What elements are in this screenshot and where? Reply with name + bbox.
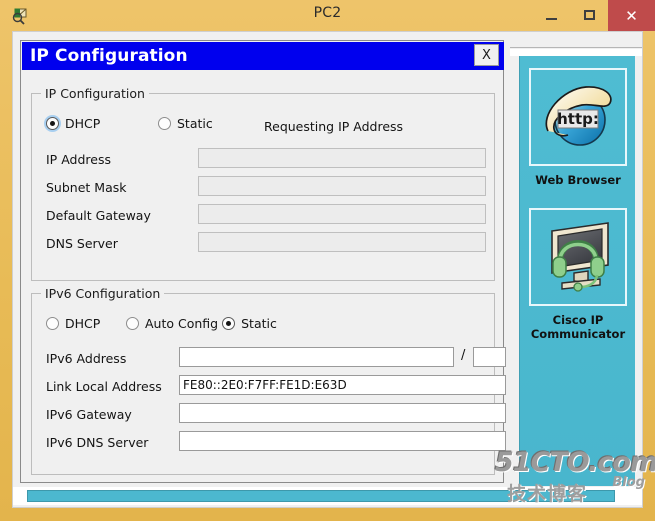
ipv6-radio-auto-config[interactable]: Auto Config — [126, 316, 218, 331]
close-icon: ✕ — [625, 6, 638, 25]
prefix-separator: / — [461, 348, 466, 363]
ipv6-radio-static-label: Static — [241, 316, 277, 331]
ipv4-radio-dhcp[interactable]: DHCP — [46, 116, 158, 131]
ipv4-mode-radio-group: DHCP Static — [46, 116, 213, 131]
ipv6-prefix-input[interactable] — [473, 347, 506, 367]
horizontal-scrollbar[interactable] — [13, 487, 642, 505]
ipv6-link-local-address-input[interactable]: FE80::2E0:F7FF:FE1D:E63D — [179, 375, 506, 395]
ipv6-radio-dhcp[interactable]: DHCP — [46, 316, 126, 331]
ipv4-radio-static-label: Static — [177, 116, 213, 131]
sidebar-header-strip — [510, 32, 642, 48]
ipv6-configuration-group: IPv6 Configuration DHCP Auto Config Stat… — [31, 286, 506, 475]
radio-dot-icon — [222, 317, 236, 330]
minimize-icon — [545, 17, 557, 20]
radio-dot-icon — [46, 317, 59, 330]
ipv4-configuration-group: IP Configuration DHCP Static Requesting … — [31, 86, 495, 281]
ipv6-gateway-label: IPv6 Gateway — [46, 407, 132, 422]
close-x-icon: X — [482, 47, 491, 63]
horizontal-scrollbar-thumb[interactable] — [27, 490, 615, 502]
ipv6-radio-auto-config-label: Auto Config — [145, 316, 219, 331]
app-tile-web-browser[interactable]: http: Web Browser — [529, 68, 627, 187]
ipv6-address-input[interactable] — [179, 347, 454, 367]
web-browser-icon-frame: http: — [529, 68, 627, 166]
ipv6-dns-server-label: IPv6 DNS Server — [46, 435, 149, 450]
ipv4-dns-server-label: DNS Server — [46, 236, 118, 251]
ipv6-group-label: IPv6 Configuration — [41, 286, 165, 301]
ipv4-radio-static[interactable]: Static — [158, 116, 213, 131]
window-controls: ✕ — [532, 0, 655, 31]
app-label-cisco-ip-communicator: Cisco IP Communicator — [530, 313, 626, 341]
ipv4-ip-address-input[interactable] — [198, 148, 486, 168]
application-sidebar: http: Web Browser Cisco IP Communicator — [519, 56, 635, 486]
ipv4-radio-dhcp-label: DHCP — [65, 116, 101, 131]
ipv6-dns-server-input[interactable] — [179, 431, 506, 451]
window-titlebar: PC2 ✕ — [0, 0, 655, 31]
application-sidebar-outer: http: Web Browser Cisco IP Communicator — [510, 32, 642, 507]
ip-configuration-titlebar: IP Configuration — [22, 42, 504, 70]
ipv4-default-gateway-label: Default Gateway — [46, 208, 151, 223]
radio-dot-icon — [126, 317, 139, 330]
ipv4-status-text: Requesting IP Address — [264, 119, 404, 134]
ip-configuration-window: IP Configuration X IP Configuration DHCP — [20, 40, 506, 483]
sidebar-gap — [510, 49, 642, 56]
ipv4-subnet-mask-label: Subnet Mask — [46, 180, 127, 195]
ipv6-radio-dhcp-label: DHCP — [65, 316, 101, 331]
ipv6-mode-radio-group: DHCP Auto Config Static — [46, 316, 277, 331]
http-globe-icon: http: — [545, 86, 612, 146]
ipv4-default-gateway-input[interactable] — [198, 204, 486, 224]
ipv6-gateway-input[interactable] — [179, 403, 506, 423]
maximize-button[interactable] — [570, 0, 608, 30]
window-client-area: IP Configuration X IP Configuration DHCP — [12, 31, 643, 508]
app-tile-cisco-ip-communicator[interactable]: Cisco IP Communicator — [529, 208, 627, 341]
ip-configuration-close-button[interactable]: X — [474, 44, 499, 66]
radio-dot-icon — [158, 117, 171, 130]
application-window: PC2 ✕ IP Configuration X IP Configuratio… — [0, 0, 655, 521]
close-button[interactable]: ✕ — [608, 0, 655, 31]
ipv4-dns-server-input[interactable] — [198, 232, 486, 252]
ipv4-subnet-mask-input[interactable] — [198, 176, 486, 196]
cisco-ip-communicator-icon-frame — [529, 208, 627, 306]
ipv4-ip-address-label: IP Address — [46, 152, 111, 167]
ipv6-address-label: IPv6 Address — [46, 351, 127, 366]
svg-text:http:: http: — [557, 110, 599, 128]
maximize-icon — [583, 10, 595, 20]
monitor-headset-icon — [551, 222, 609, 292]
desktop-pane: IP Configuration X IP Configuration DHCP — [13, 32, 510, 507]
ipv6-link-local-address-label: Link Local Address — [46, 379, 162, 394]
minimize-button[interactable] — [532, 0, 570, 30]
ip-configuration-title: IP Configuration — [30, 46, 188, 66]
ipv6-radio-static[interactable]: Static — [222, 316, 277, 331]
radio-dot-icon — [46, 117, 59, 130]
ipv4-group-label: IP Configuration — [41, 86, 149, 101]
app-label-web-browser: Web Browser — [535, 173, 621, 187]
